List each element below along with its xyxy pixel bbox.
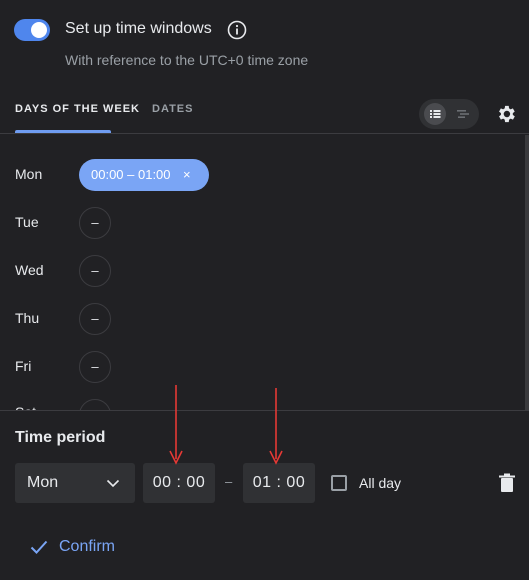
annotation-arrow-start — [169, 385, 183, 465]
end-time-value: 01 : 00 — [252, 474, 306, 491]
timeline-view-button[interactable] — [452, 103, 474, 125]
day-label-tue: Tue — [15, 214, 39, 230]
add-range-button-tue[interactable]: – — [79, 207, 111, 239]
day-select[interactable]: Mon — [15, 463, 135, 503]
info-icon[interactable] — [227, 20, 247, 40]
add-range-button-thu[interactable]: – — [79, 303, 111, 335]
gear-icon[interactable] — [495, 103, 517, 125]
checkmark-icon — [30, 540, 48, 554]
confirm-label: Confirm — [59, 538, 116, 555]
timeline-view-icon — [457, 110, 469, 118]
list-view-button[interactable] — [424, 103, 446, 125]
add-range-button-fri[interactable]: – — [79, 351, 111, 383]
day-label-wed: Wed — [15, 262, 44, 278]
day-label-thu: Thu — [15, 310, 40, 326]
days-scrollbar[interactable] — [525, 135, 529, 410]
time-range-separator: – — [225, 474, 233, 489]
toggle-knob — [31, 22, 47, 38]
day-label-mon: Mon — [15, 166, 43, 182]
tabs-divider — [0, 133, 529, 134]
all-day-checkbox[interactable] — [331, 475, 347, 491]
chevron-down-icon — [106, 479, 120, 488]
time-period-title: Time period — [15, 429, 106, 446]
time-range-chip[interactable]: 00:00 – 01:00 × — [79, 159, 209, 191]
time-windows-toggle[interactable] — [14, 19, 50, 41]
tab-dates[interactable]: DATES — [152, 103, 193, 115]
annotation-arrow-end — [269, 388, 283, 465]
confirm-button[interactable]: Confirm — [24, 532, 124, 562]
tab-days-of-the-week[interactable]: DAYS OF THE WEEK — [15, 103, 140, 115]
trash-icon[interactable] — [498, 473, 516, 493]
all-day-label[interactable]: All day — [359, 475, 401, 491]
time-range-text: 00:00 – 01:00 — [91, 167, 171, 182]
day-label-fri: Fri — [15, 358, 32, 374]
add-range-button-wed[interactable]: – — [79, 255, 111, 287]
timezone-subtitle: With reference to the UTC+0 time zone — [65, 52, 309, 68]
remove-range-icon[interactable]: × — [183, 167, 197, 183]
start-time-value: 00 : 00 — [152, 474, 206, 491]
end-time-input[interactable]: 01 : 00 — [243, 463, 315, 503]
day-select-value: Mon — [27, 474, 59, 491]
page-title: Set up time windows — [65, 20, 212, 37]
list-view-icon — [430, 110, 441, 118]
start-time-input[interactable]: 00 : 00 — [143, 463, 215, 503]
